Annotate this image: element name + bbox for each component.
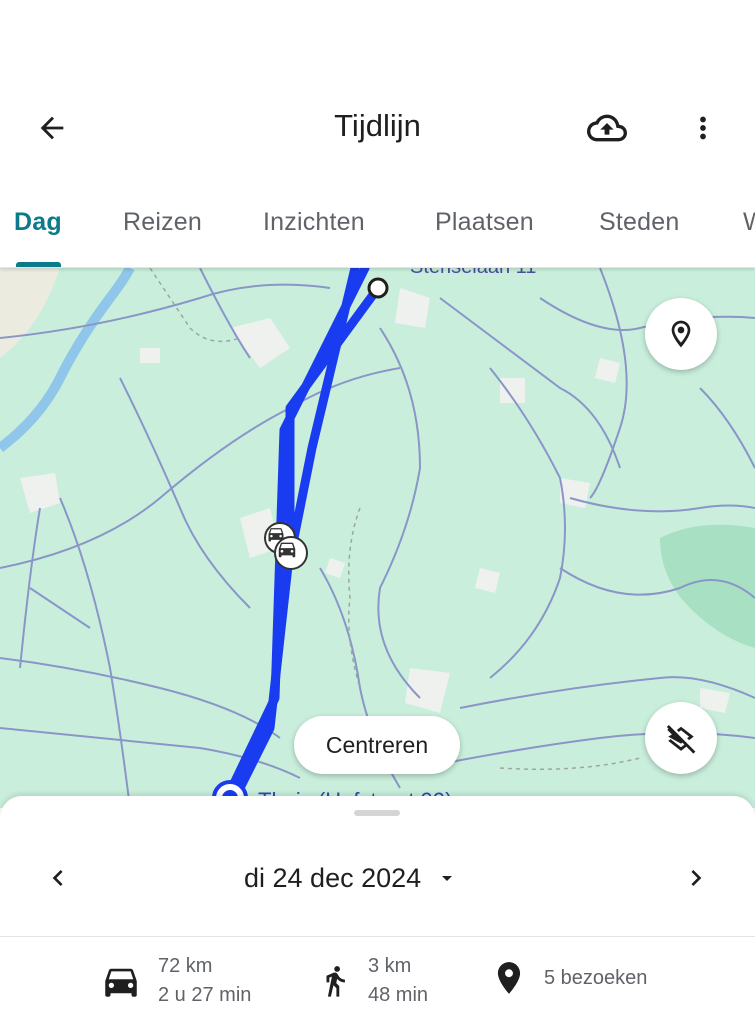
date-navigator: di 24 dec 2024 [0,846,755,910]
location-pin-icon [671,320,691,348]
tab-overflow[interactable]: W [743,208,755,237]
chevron-left-icon [52,870,63,886]
walking-icon [326,966,345,997]
tab-indicator [16,262,61,267]
car-icon[interactable] [274,536,308,570]
center-map-button[interactable]: Centreren [294,716,460,774]
tab-dag[interactable]: Dag [14,208,62,237]
drive-summary[interactable]: 72 km 2 u 27 min [100,952,251,1010]
arrow-drop-down-icon [442,876,453,881]
day-summary-sheet: di 24 dec 2024 72 km 2 u 27 min 3 km 48 … [0,796,755,1024]
walk-duration: 48 min [368,984,429,1006]
walk-summary[interactable]: 3 km 48 min [318,952,428,1010]
tab-plaatsen[interactable]: Plaatsen [435,208,534,237]
chevron-right-icon [691,870,702,886]
next-day-button[interactable] [674,856,718,900]
previous-day-button[interactable] [36,856,80,900]
layers-button[interactable] [645,702,717,774]
more-options-button[interactable] [682,106,724,150]
layers-off-icon [666,725,696,754]
date-selector[interactable]: di 24 dec 2024 [244,852,459,904]
timeline-tabs: Dag Reizen Inzichten Plaatsen Steden W [0,180,755,268]
drive-distance: 72 km [158,955,213,977]
page-title: Tijdlijn [334,108,421,143]
tab-inzichten[interactable]: Inzichten [263,208,365,237]
tab-reizen[interactable]: Reizen [123,208,202,237]
place-pin-icon [497,962,521,994]
place-label[interactable]: Stenselaan 11 [410,268,536,279]
drive-duration: 2 u 27 min [158,984,252,1006]
tab-steden[interactable]: Steden [599,208,679,237]
app-header: Tijdlijn [0,0,755,180]
backup-button[interactable] [584,106,630,150]
drag-handle[interactable] [354,810,400,816]
visits-summary[interactable]: 5 bezoeken [490,958,647,998]
cloud-upload-icon [587,114,627,142]
date-label: di 24 dec 2024 [244,862,422,893]
visits-label: 5 bezoeken [544,966,648,989]
walk-distance: 3 km [368,955,412,977]
summary-stats: 72 km 2 u 27 min 3 km 48 min 5 bezoeken [0,952,755,1016]
divider [0,936,755,937]
more-vert-icon [700,116,706,140]
car-icon [105,968,137,997]
location-button[interactable] [645,298,717,370]
